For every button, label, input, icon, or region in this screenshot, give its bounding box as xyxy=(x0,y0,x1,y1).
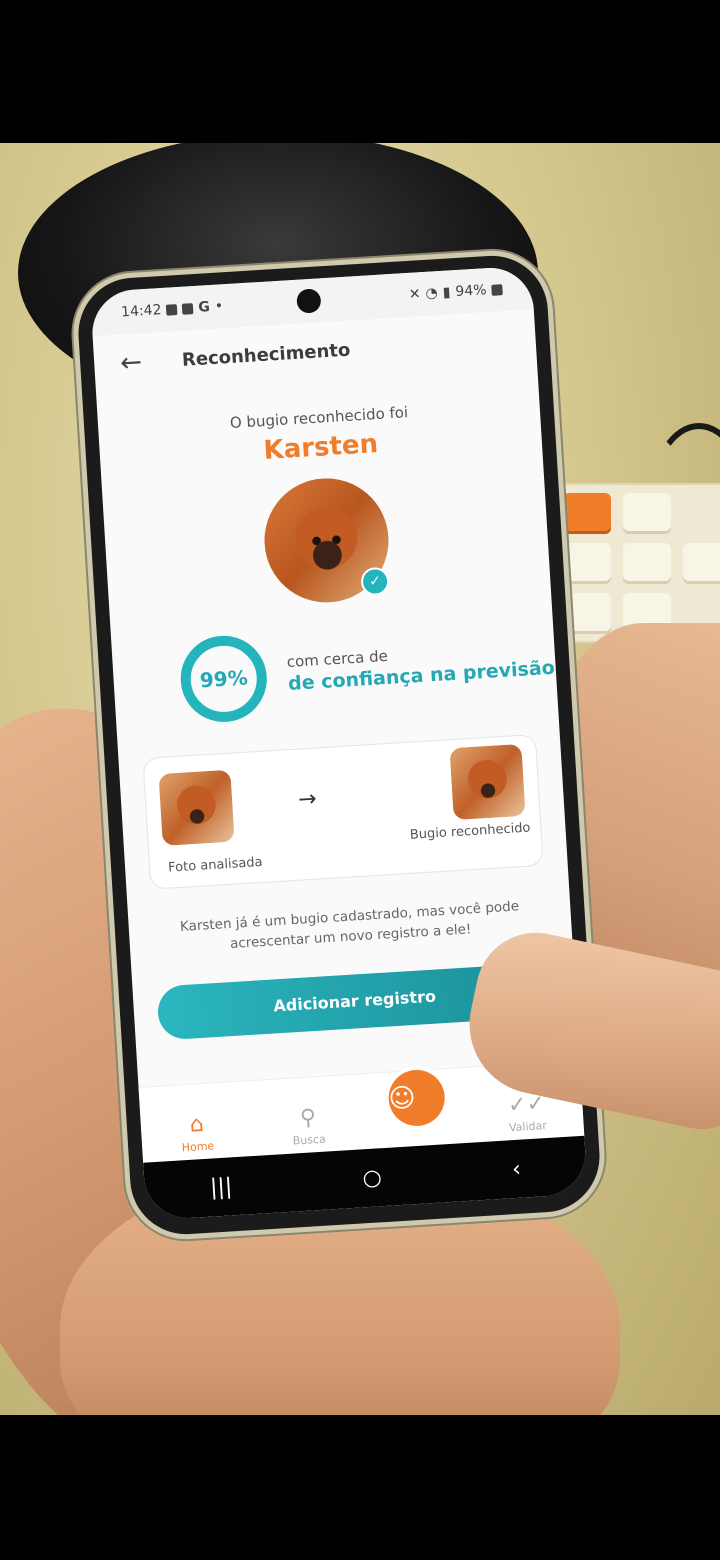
confidence-block: 99% com cerca de de confiança na previsã… xyxy=(110,589,558,732)
nav-busca[interactable]: ⚲ Busca xyxy=(277,1104,339,1149)
verified-check-icon: ✓ xyxy=(360,566,390,597)
status-time: 14:42 xyxy=(120,302,162,321)
mute-icon: ✕ xyxy=(408,286,422,303)
youtube-icon xyxy=(182,302,194,315)
nav-home[interactable]: ⌂ Home xyxy=(166,1111,228,1156)
home-icon: ⌂ xyxy=(188,1111,205,1138)
recents-icon[interactable]: ||| xyxy=(209,1174,233,1200)
background-keyboard xyxy=(545,483,720,643)
keyboard-key xyxy=(563,593,611,631)
analyzed-photo xyxy=(158,769,235,846)
calendar-icon xyxy=(166,303,178,316)
dot-icon: • xyxy=(214,298,224,315)
page-title: Reconhecimento xyxy=(181,339,351,371)
analyzed-photo-label: Foto analisada xyxy=(167,854,263,876)
nav-validar-label: Validar xyxy=(508,1119,548,1135)
recognized-photo-label: Bugio reconhecido xyxy=(409,820,531,843)
keyboard-key xyxy=(623,493,671,531)
confidence-text: com cerca de de confiança na previsão xyxy=(286,636,555,697)
confidence-ring: 99% xyxy=(175,630,272,727)
recognized-photo xyxy=(449,743,526,821)
system-back-icon[interactable]: ‹ xyxy=(511,1156,521,1181)
battery-icon xyxy=(491,283,503,296)
confidence-value: 99% xyxy=(199,665,249,693)
home-circle-icon[interactable]: ○ xyxy=(362,1165,383,1191)
monkey-scan-button[interactable]: ☺ xyxy=(386,1068,447,1128)
search-icon: ⚲ xyxy=(299,1105,317,1132)
google-icon: G xyxy=(197,299,211,316)
monkey-face-icon: ☺ xyxy=(387,1083,417,1115)
registered-note: Karsten já é um bugio cadastrado, mas vo… xyxy=(179,898,520,952)
wifi-icon: ◔ xyxy=(425,285,439,302)
arrow-right-icon: → xyxy=(297,786,318,813)
recognized-avatar: ✓ xyxy=(260,474,393,607)
keyboard-key xyxy=(563,543,611,581)
comparison-card: → Foto analisada Bugio reconhecido xyxy=(142,733,544,890)
nav-home-label: Home xyxy=(181,1139,215,1155)
status-left: 14:42 G • xyxy=(121,298,224,320)
keyboard-key xyxy=(623,543,671,581)
back-arrow-icon[interactable]: ← xyxy=(119,347,143,378)
signal-icon: ▮ xyxy=(442,284,451,301)
battery-level: 94% xyxy=(454,282,487,301)
keyboard-key xyxy=(683,543,720,581)
nav-busca-label: Busca xyxy=(292,1132,327,1148)
status-right: ✕ ◔ ▮ 94% xyxy=(408,281,503,303)
keyboard-key xyxy=(563,493,611,531)
